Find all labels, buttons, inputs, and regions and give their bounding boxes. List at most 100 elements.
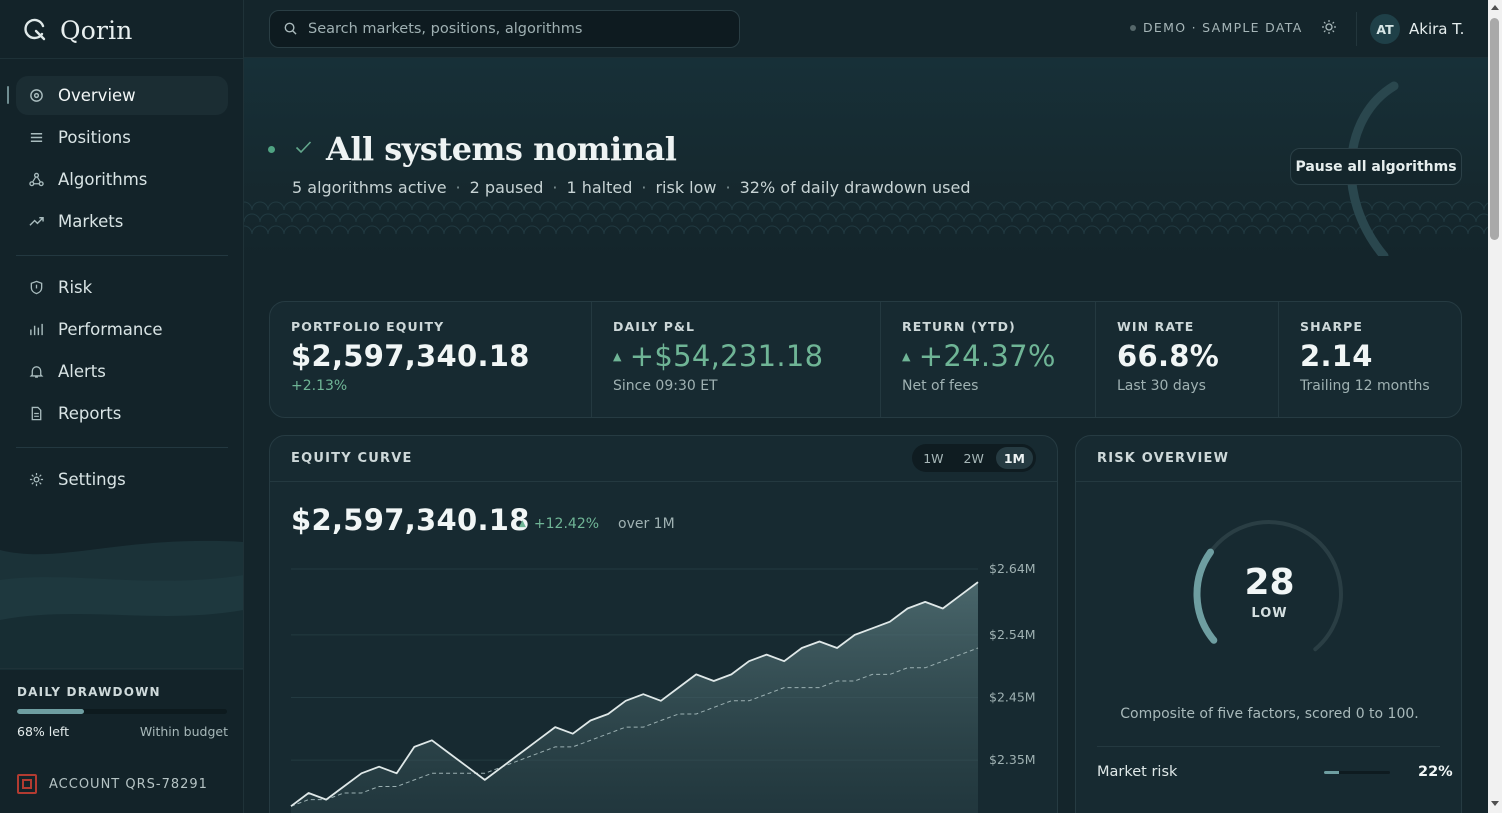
kpi-strip: PORTFOLIO EQUITY $2,597,340.18 +2.13% DA…	[269, 301, 1462, 418]
pattern-scale	[795, 225, 813, 235]
range-tab-1m[interactable]: 1M	[995, 447, 1033, 469]
pattern-scale	[331, 225, 349, 235]
pattern-scale	[1259, 225, 1277, 235]
pattern-scale	[547, 213, 565, 223]
sidebar-item-overview[interactable]: Overview	[16, 76, 228, 115]
sidebar-item-settings[interactable]: Settings	[16, 460, 228, 499]
pattern-scale	[315, 201, 333, 211]
system-status: All systems nominal	[268, 130, 677, 168]
pattern-scale	[651, 225, 669, 235]
status-summary: 5 algorithms active · 2 paused · 1 halted · ri…	[292, 178, 971, 197]
pattern-scale	[539, 225, 557, 235]
y-tick-label: $2.45M	[989, 689, 1036, 704]
pattern-scale	[1083, 225, 1101, 235]
pattern-scale	[915, 213, 933, 223]
y-tick-label: $2.54M	[989, 627, 1036, 642]
summary-drawdown: 32% of daily drawdown used	[739, 178, 971, 197]
pattern-scale	[803, 213, 821, 223]
range-tab-1w[interactable]: 1W	[915, 447, 951, 469]
pattern-scale	[379, 225, 397, 235]
trend-icon	[28, 214, 44, 230]
kpi-sub: Net of fees	[902, 378, 979, 394]
pattern-scale	[1139, 213, 1157, 223]
sun-icon	[1321, 19, 1337, 39]
sidebar-item-algorithms[interactable]: Algorithms	[16, 160, 228, 199]
risk-factor-bar-fill	[1324, 770, 1339, 774]
pattern-scale	[603, 225, 621, 235]
theme-toggle-button[interactable]	[1319, 19, 1339, 39]
pattern-scale	[971, 201, 989, 211]
equity-value: $2,597,340.18	[291, 503, 530, 537]
pattern-scale	[1291, 225, 1309, 235]
search-box[interactable]	[269, 10, 740, 48]
account-indicator[interactable]: ACCOUNT QRS-78291	[17, 774, 208, 794]
pattern-scale	[387, 213, 405, 223]
pattern-scale	[843, 225, 861, 235]
pattern-scale	[283, 225, 301, 235]
equity-chart[interactable]: $2.64M $2.54M $2.45M $2.35M	[270, 536, 1058, 813]
user-name: Akira T.	[1409, 20, 1465, 38]
pattern-scale	[1099, 201, 1117, 211]
brand[interactable]: Qorin	[22, 12, 133, 48]
pattern-scale	[867, 213, 885, 223]
sidebar-item-alerts[interactable]: Alerts	[16, 352, 228, 391]
pattern-scale	[643, 213, 661, 223]
scrollbar-thumb[interactable]	[1490, 18, 1499, 240]
pattern-scale	[787, 213, 805, 223]
check-icon	[295, 139, 312, 159]
search-input[interactable]	[308, 21, 728, 37]
pattern-scale	[1131, 201, 1149, 211]
sidebar: Qorin Overview Positions Algorithms Mark…	[0, 0, 244, 813]
summary-algorithms-active: 5 algorithms active	[292, 178, 447, 197]
pattern-scale	[1051, 225, 1069, 235]
pattern-scale	[371, 213, 389, 223]
avatar: AT	[1370, 14, 1400, 44]
sidebar-item-label: Algorithms	[58, 170, 148, 189]
nav-divider	[16, 255, 228, 256]
sidebar-item-risk[interactable]: Risk	[16, 268, 228, 307]
risk-note: Composite of five factors, scored 0 to 1…	[1120, 706, 1419, 722]
pattern-scale	[875, 225, 893, 235]
pattern-scale	[571, 201, 589, 211]
pattern-scale	[1291, 201, 1309, 211]
pattern-scale	[1243, 225, 1261, 235]
sidebar-item-label: Settings	[58, 470, 126, 489]
pattern-scale	[635, 201, 653, 211]
sidebar-item-markets[interactable]: Markets	[16, 202, 228, 241]
bar-chart-icon	[28, 322, 44, 338]
pattern-scale	[1003, 201, 1021, 211]
pattern-scale	[667, 225, 685, 235]
pattern-scale	[587, 201, 605, 211]
range-tab-2w[interactable]: 2W	[956, 447, 992, 469]
list-icon	[28, 130, 44, 146]
pattern-scale	[1115, 201, 1133, 211]
pattern-scale	[395, 225, 413, 235]
sidebar-item-positions[interactable]: Positions	[16, 118, 228, 157]
pattern-scale	[419, 213, 437, 223]
pattern-scale	[427, 201, 445, 211]
y-tick-label: $2.64M	[989, 561, 1036, 576]
pattern-scale	[1203, 213, 1221, 223]
pause-all-button[interactable]: Pause all algorithms	[1290, 148, 1462, 185]
topbar-divider	[1356, 12, 1357, 46]
sidebar-item-performance[interactable]: Performance	[16, 310, 228, 349]
scroll-up-arrow-icon[interactable]	[1491, 5, 1499, 10]
drawdown-status: Within budget	[139, 724, 228, 739]
pattern-scale	[1283, 213, 1301, 223]
sidebar-item-label: Performance	[58, 320, 163, 339]
main-content: All systems nominal 5 algorithms active ·…	[244, 58, 1488, 813]
pattern-scale	[307, 213, 325, 223]
pattern-scale	[483, 213, 501, 223]
pattern-scale	[571, 225, 589, 235]
drawdown-left-label: 68% left	[17, 724, 70, 739]
app-name: Qorin	[60, 15, 133, 45]
pattern-scale	[763, 225, 781, 235]
user-menu[interactable]: AT Akira T.	[1370, 14, 1464, 44]
page-scrollbar[interactable]	[1488, 0, 1502, 813]
pattern-scale	[947, 213, 965, 223]
pattern-scale	[1243, 201, 1261, 211]
pattern-scale	[827, 201, 845, 211]
scroll-down-arrow-icon[interactable]	[1491, 801, 1499, 806]
pattern-scale	[731, 201, 749, 211]
sidebar-item-reports[interactable]: Reports	[16, 394, 228, 433]
